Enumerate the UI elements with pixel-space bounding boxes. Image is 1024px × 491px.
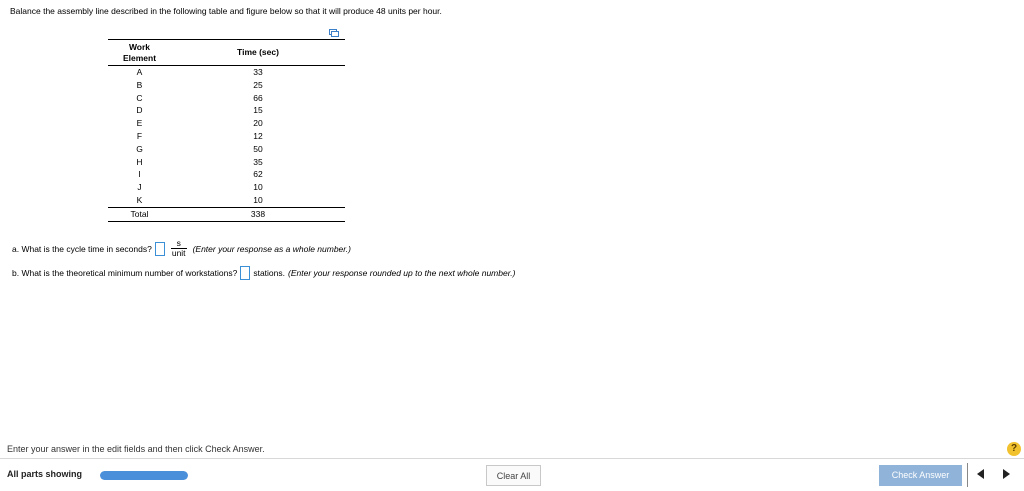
workstations-input[interactable] (240, 266, 251, 280)
header-time: Time (sec) (237, 47, 279, 57)
table-row: H 35 (108, 156, 345, 169)
progress-fill (100, 471, 188, 480)
work-element-cell: H (136, 156, 143, 167)
table-body: A 33 B 25 C 66 D 15 E 20 F 12 G 50 H 35 I 62 J 10 K 10 (108, 66, 345, 208)
table-row: K 10 (108, 194, 345, 207)
work-element-cell: D (136, 105, 143, 116)
time-cell: 35 (253, 156, 263, 167)
cycle-time-input[interactable] (154, 241, 165, 256)
part-a-question: a. What is the cycle time in seconds? (12, 243, 152, 254)
parts-progress-bar (100, 471, 188, 480)
time-cell: 10 (253, 194, 263, 205)
table-row: A 33 (108, 66, 345, 79)
time-cell: 15 (253, 105, 263, 116)
time-cell: 50 (253, 143, 263, 154)
help-icon[interactable]: ? (1007, 442, 1021, 456)
question-prompt: Balance the assembly line described in t… (10, 6, 442, 16)
time-cell: 10 (253, 182, 263, 193)
work-element-cell: J (137, 182, 142, 193)
bottom-bar: All parts showing Clear All Check Answer (0, 458, 1024, 491)
all-parts-label: All parts showing (7, 469, 83, 479)
header-work-element-line1: Work (128, 41, 151, 52)
work-element-cell: C (136, 92, 143, 103)
work-element-cell: G (136, 143, 143, 154)
table-row: J 10 (108, 181, 345, 194)
time-cell: 12 (253, 130, 263, 141)
unit-fraction: s unit (170, 238, 187, 258)
table-row: C 66 (108, 92, 345, 105)
table-row: D 15 (108, 104, 345, 117)
unit-denominator: unit (170, 248, 187, 258)
work-element-cell: E (136, 118, 143, 129)
part-a: a. What is the cycle time in seconds? s … (12, 239, 351, 258)
part-b: b. What is the theoretical minimum numbe… (12, 266, 515, 280)
part-b-unit: stations. (253, 268, 285, 278)
divider (967, 463, 968, 487)
table-row: G 50 (108, 143, 345, 156)
time-cell: 62 (253, 169, 263, 180)
part-a-hint: (Enter your response as a whole number.) (192, 243, 351, 254)
table-row: B 25 (108, 79, 345, 92)
work-element-cell: I (138, 169, 141, 180)
table-row: F 12 (108, 130, 345, 143)
header-work-element: Work Element (108, 40, 171, 66)
work-element-cell: A (136, 67, 143, 77)
total-row: Total 338 (108, 206, 345, 222)
time-cell: 20 (253, 118, 263, 129)
work-element-cell: K (136, 194, 143, 205)
check-answer-button[interactable]: Check Answer (879, 465, 962, 486)
time-cell: 25 (253, 79, 263, 90)
header-work-element-line2: Element (122, 52, 157, 63)
clear-all-button[interactable]: Clear All (486, 465, 541, 486)
work-element-cell: B (136, 79, 143, 90)
work-element-cell: F (136, 130, 143, 141)
previous-arrow-icon[interactable] (977, 469, 984, 479)
next-arrow-icon[interactable] (1003, 469, 1010, 479)
time-cell: 33 (253, 67, 263, 77)
part-b-question: b. What is the theoretical minimum numbe… (12, 268, 238, 278)
table-row: E 20 (108, 117, 345, 130)
time-cell: 66 (253, 92, 263, 103)
part-b-hint: (Enter your response rounded up to the n… (288, 268, 516, 278)
unit-numerator: s (176, 238, 181, 248)
copy-data-icon[interactable] (329, 29, 339, 37)
table-row: I 62 (108, 168, 345, 181)
footer-instruction: Enter your answer in the edit fields and… (7, 444, 265, 454)
total-value: 338 (171, 206, 345, 222)
total-label: Total (108, 206, 171, 222)
work-element-table: Work Element Time (sec) A 33 B 25 C 66 D 15 E 20 F… (108, 39, 345, 222)
